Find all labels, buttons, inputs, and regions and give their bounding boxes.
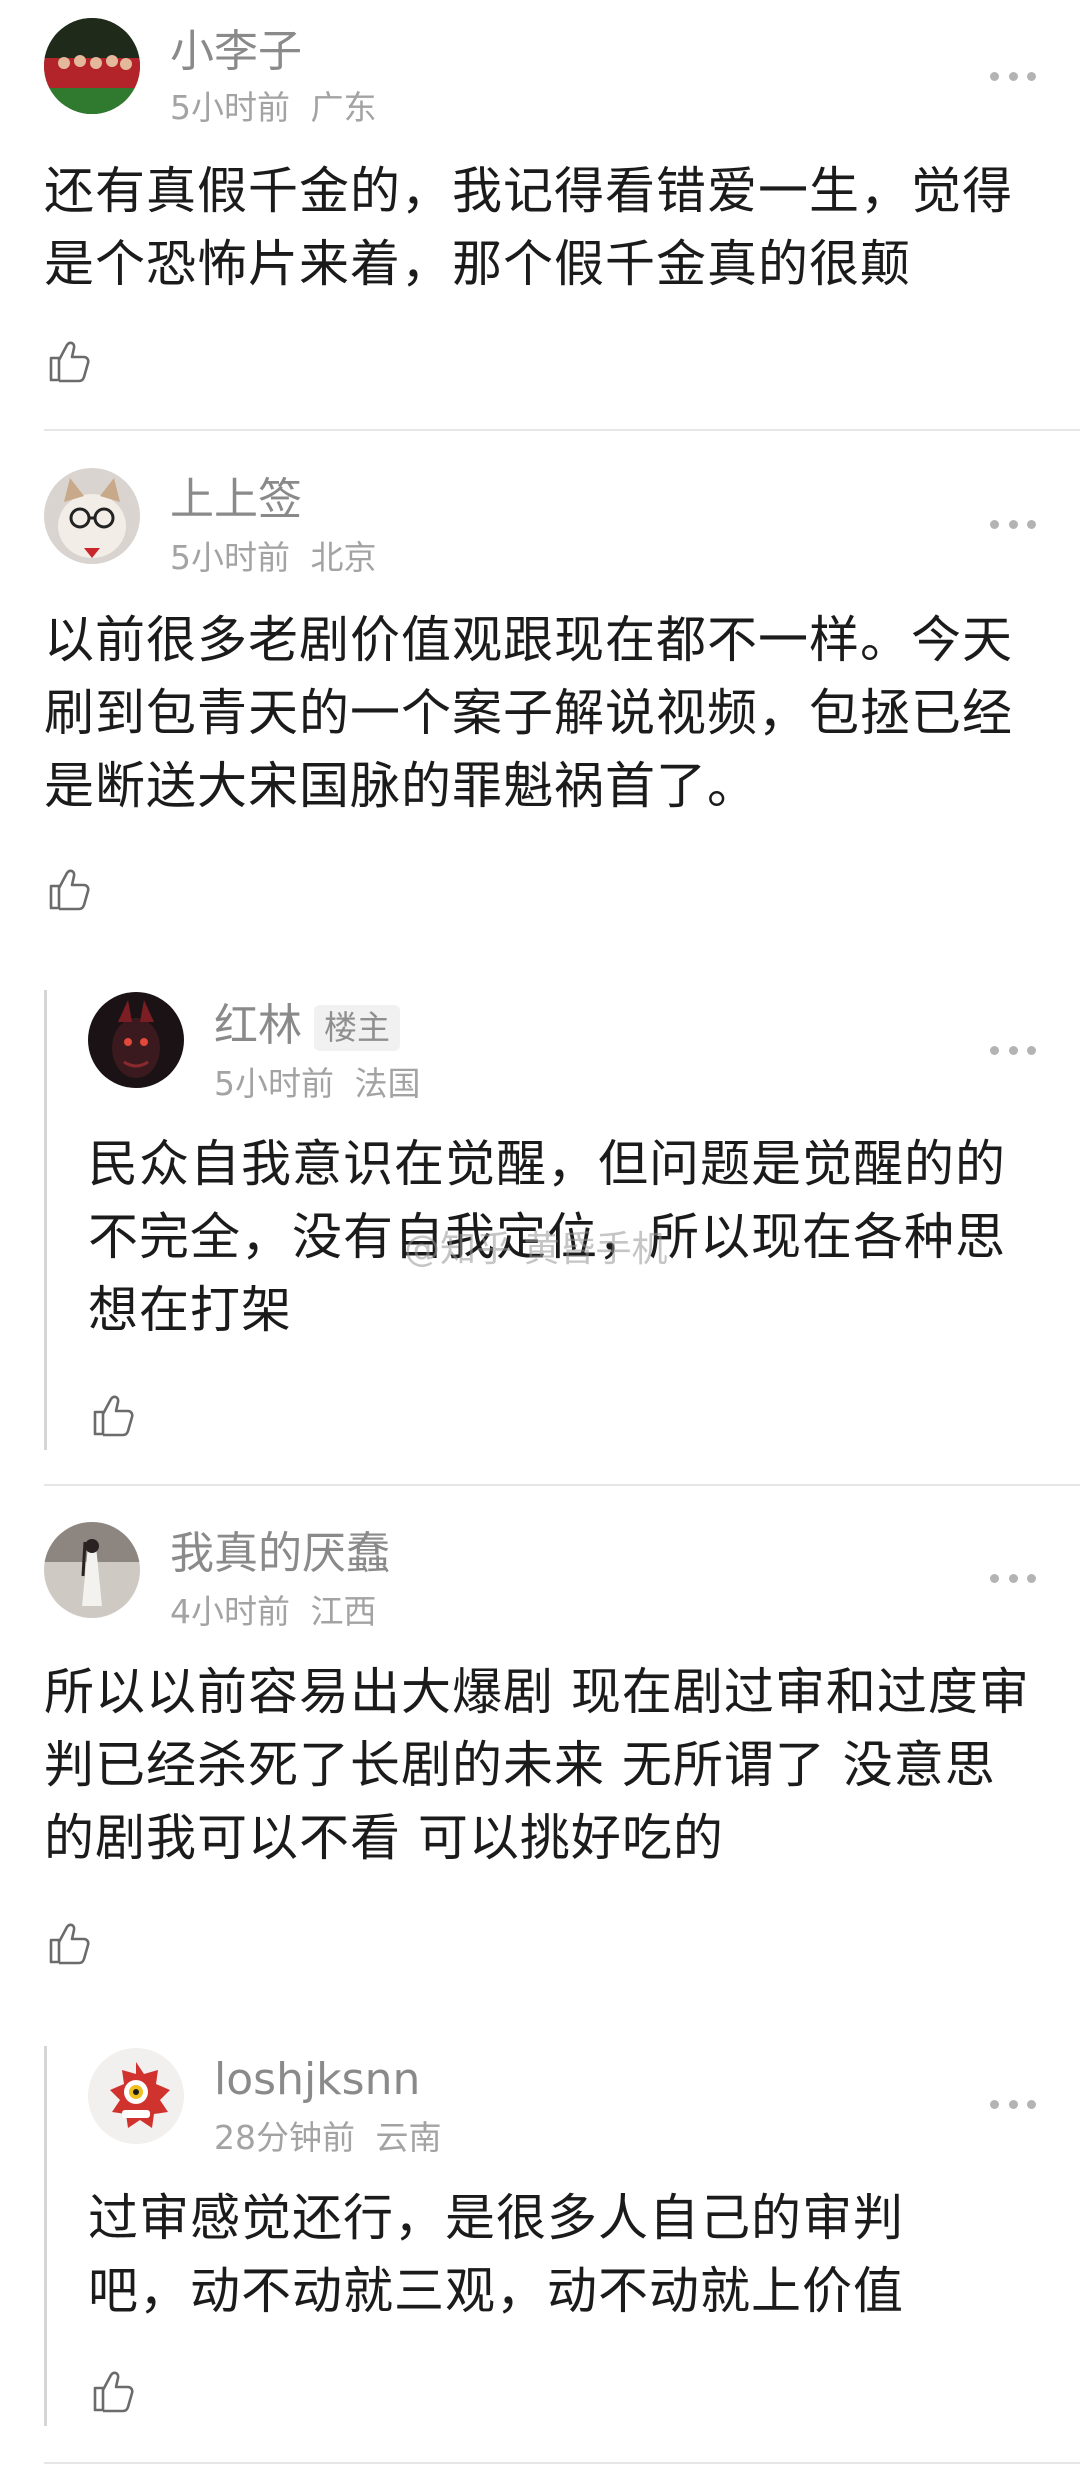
thumbs-up-icon[interactable] (46, 1920, 92, 1966)
username[interactable]: 我真的厌蠢 (170, 1528, 390, 1580)
username[interactable]: loshjksnn (214, 2054, 420, 2106)
red-cartoon-creature-avatar-icon (88, 2048, 184, 2144)
timestamp: 5小时前 (170, 88, 290, 127)
divider (44, 1484, 1080, 1486)
thumbs-up-icon[interactable] (46, 866, 92, 912)
more-dots-icon[interactable] (990, 518, 1036, 530)
comment-text: 过审感觉还行，是很多人自己的审判吧，动不动就三观，动不动就上价值 (88, 2189, 904, 2320)
comment-meta: 5小时前 广东 (170, 88, 377, 128)
avatar[interactable] (88, 2048, 184, 2144)
timestamp: 4小时前 (170, 1592, 290, 1631)
divider (44, 2462, 1080, 2464)
thumbs-up-icon[interactable] (90, 2368, 136, 2414)
divider (44, 429, 1080, 431)
dark-character-avatar-icon (88, 992, 184, 1088)
more-dots-icon[interactable] (990, 1572, 1036, 1584)
comment-meta: 5小时前 北京 (170, 538, 377, 578)
more-dots-icon[interactable] (990, 1044, 1036, 1056)
timestamp: 5小时前 (214, 1064, 334, 1103)
location: 法国 (354, 1064, 421, 1103)
comment-text: 以前很多老剧价值观跟现在都不一样。今天刷到包青天的一个案子解说视频，包拯已经是断… (44, 611, 1013, 815)
figure-in-white-avatar-icon (44, 1522, 140, 1618)
username-text: 红林 (214, 1000, 302, 1051)
avatar[interactable] (44, 1522, 140, 1618)
location: 江西 (310, 1592, 377, 1631)
avatar[interactable] (88, 992, 184, 1088)
reply-indent-bar (44, 2046, 47, 2426)
avatar[interactable] (44, 18, 140, 114)
thumbs-up-icon[interactable] (90, 1392, 136, 1438)
cat-with-glasses-avatar-icon (44, 468, 140, 564)
username[interactable]: 小李子 (170, 26, 302, 78)
team-photo-avatar-icon (44, 18, 140, 114)
comment-meta: 5小时前 法国 (214, 1064, 421, 1104)
location: 广东 (310, 88, 377, 127)
username[interactable]: 红林 楼主 (214, 1000, 400, 1052)
comment-text: 民众自我意识在觉醒，但问题是觉醒的的不完全，没有自我定位，所以现在各种思想在打架 (88, 1135, 1006, 1339)
reply-indent-bar (44, 990, 47, 1450)
avatar[interactable] (44, 468, 140, 564)
comment-text: 所以以前容易出大爆剧 现在剧过审和过度审判已经杀死了长剧的未来 无所谓了 没意思… (44, 1663, 1030, 1867)
comment-text: 还有真假千金的，我记得看错爱一生，觉得是个恐怖片来着，那个假千金真的很颠 (44, 162, 1013, 293)
timestamp: 5小时前 (170, 538, 290, 577)
thumbs-up-icon[interactable] (46, 338, 92, 384)
timestamp: 28分钟前 (214, 2118, 355, 2157)
location: 北京 (310, 538, 377, 577)
op-badge: 楼主 (314, 1005, 400, 1051)
location: 云南 (375, 2118, 442, 2157)
username[interactable]: 上上签 (170, 474, 302, 526)
more-dots-icon[interactable] (990, 70, 1036, 82)
comment-meta: 4小时前 江西 (170, 1592, 377, 1632)
comment-meta: 28分钟前 云南 (214, 2118, 442, 2158)
more-dots-icon[interactable] (990, 2098, 1036, 2110)
